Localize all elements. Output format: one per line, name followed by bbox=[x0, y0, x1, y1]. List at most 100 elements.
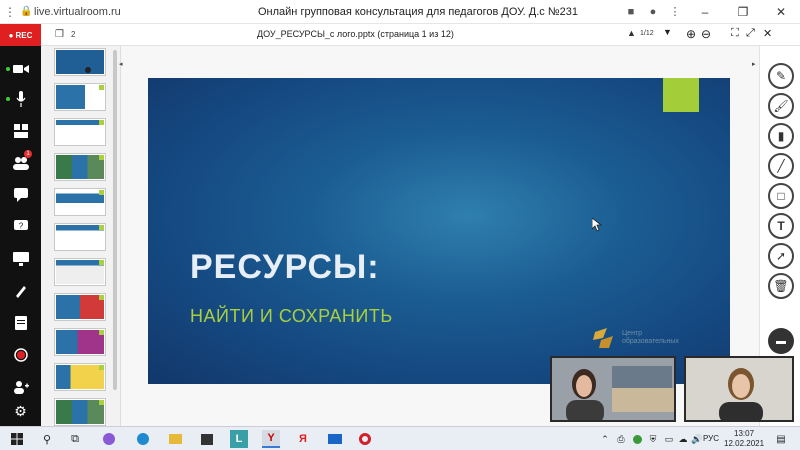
add-user-icon bbox=[13, 381, 29, 394]
text-icon: T bbox=[777, 219, 785, 233]
text-tool[interactable]: T bbox=[768, 213, 794, 239]
app-l-icon[interactable]: L bbox=[230, 430, 248, 448]
current-slide[interactable]: РЕСУРСЫ: НАЙТИ И СОХРАНИТЬ Центр образов… bbox=[148, 78, 730, 384]
thumbnail-slide-1[interactable] bbox=[54, 48, 106, 76]
store-icon[interactable] bbox=[198, 430, 216, 448]
draw-button[interactable] bbox=[0, 274, 41, 308]
document-toolbar: ❐ 2 ДОУ_РЕСУРСЫ_с лого.pptx (страница 1 … bbox=[41, 24, 800, 46]
rec-button[interactable]: ● REC bbox=[0, 24, 41, 46]
thumbnails-scrollbar[interactable] bbox=[113, 50, 117, 390]
page-title: Онлайн групповая консультация для педаго… bbox=[258, 5, 579, 18]
chat-icon bbox=[13, 188, 28, 202]
windows-taskbar: ⚲ ⧉ L Y Я ⌃ ⎙ ⛨ ▭ ☁ 🔊 РУС 13:07 12.02.20… bbox=[0, 426, 800, 450]
highlighter-tool[interactable]: ▮ bbox=[768, 123, 794, 149]
pencil-icon bbox=[15, 286, 26, 298]
logo-caption: Центр образовательных bbox=[622, 330, 679, 346]
gear-icon: ⚙ bbox=[14, 402, 27, 419]
monitor-icon bbox=[12, 252, 29, 266]
close-window-button[interactable]: ✕ bbox=[762, 5, 800, 19]
thumbnail-slide-10[interactable] bbox=[54, 363, 106, 391]
yandex-browser-icon[interactable]: Y bbox=[262, 430, 280, 448]
svg-text:?: ? bbox=[18, 222, 23, 231]
logo-caption-line-1: Центр bbox=[622, 330, 643, 337]
brush-tool[interactable]: 🖌 bbox=[768, 93, 794, 119]
close-document-icon[interactable]: ✕ bbox=[763, 27, 772, 40]
slide-headline: РЕСУРСЫ: bbox=[190, 248, 380, 286]
system-clock[interactable]: 13:07 12.02.2021 bbox=[724, 429, 764, 449]
rectangle-tool[interactable]: □ bbox=[768, 183, 794, 209]
page-up-icon[interactable]: ▲ bbox=[627, 28, 636, 38]
mouse-cursor-icon bbox=[592, 218, 602, 232]
zoom-in-icon[interactable]: ⊕ bbox=[686, 27, 696, 41]
assistant-icon[interactable] bbox=[100, 430, 118, 448]
participant-video-1[interactable] bbox=[550, 356, 676, 422]
chat-button[interactable] bbox=[0, 178, 41, 212]
fullscreen-icon[interactable]: ⤢ bbox=[746, 27, 755, 40]
participant-video-2[interactable] bbox=[684, 356, 794, 422]
camera-status-icon[interactable]: ■ bbox=[620, 6, 642, 18]
record-icon bbox=[13, 348, 28, 362]
organization-logo-icon bbox=[593, 328, 613, 348]
camera-on-indicator bbox=[6, 67, 10, 71]
address-url[interactable]: live.virtualroom.ru bbox=[34, 6, 224, 18]
file-explorer-icon[interactable] bbox=[166, 430, 184, 448]
edge-browser-icon[interactable] bbox=[134, 430, 152, 448]
thumbnail-slide-7[interactable] bbox=[54, 258, 106, 286]
delete-tool[interactable]: 🗑 bbox=[768, 273, 794, 299]
scroll-right-icon[interactable]: ▸ bbox=[752, 60, 756, 68]
notifications-icon[interactable]: ▤ bbox=[772, 430, 790, 448]
pen-tool[interactable]: ✎ bbox=[768, 63, 794, 89]
line-tool[interactable]: ╱ bbox=[768, 153, 794, 179]
participants-badge: 1 bbox=[24, 150, 32, 158]
rectangle-icon: □ bbox=[777, 189, 785, 203]
thumbnail-slide-8[interactable] bbox=[54, 293, 106, 321]
layout-button[interactable] bbox=[0, 114, 41, 148]
task-view-icon[interactable]: ⧉ bbox=[66, 430, 84, 448]
mic-status-icon[interactable]: ● bbox=[642, 6, 664, 18]
toggle-panel-button[interactable]: ▬ bbox=[768, 328, 794, 354]
document-icon bbox=[14, 316, 27, 330]
camera-button[interactable] bbox=[0, 52, 41, 86]
trash-icon: 🗑 bbox=[773, 279, 789, 293]
opera-icon[interactable] bbox=[356, 430, 374, 448]
layout-icon bbox=[13, 124, 28, 138]
thumbnail-slide-4[interactable] bbox=[54, 153, 106, 181]
minimize-button[interactable]: – bbox=[686, 5, 724, 19]
scroll-left-icon[interactable]: ◂ bbox=[119, 60, 123, 68]
thumbnail-slide-9[interactable] bbox=[54, 328, 106, 356]
questions-button[interactable]: ? bbox=[0, 210, 41, 244]
thumbnail-slide-5[interactable] bbox=[54, 188, 106, 216]
thumbnails-toggle-icon[interactable]: ❐ bbox=[55, 29, 64, 40]
participants-button[interactable]: 1 bbox=[0, 146, 41, 180]
thumbnail-slide-2[interactable] bbox=[54, 83, 106, 111]
menu-dots-icon[interactable]: ⋮ bbox=[0, 5, 20, 19]
pen-icon: ✎ bbox=[775, 69, 787, 83]
menu-icon[interactable]: ⋮ bbox=[664, 5, 686, 18]
mail-icon[interactable] bbox=[326, 430, 344, 448]
thumbnail-slide-11[interactable] bbox=[54, 398, 106, 426]
panel-icon: ▬ bbox=[776, 335, 786, 347]
record-button[interactable] bbox=[0, 338, 41, 372]
documents-button[interactable] bbox=[0, 306, 41, 340]
highlighter-icon: ▮ bbox=[777, 129, 785, 143]
slide-thumbnails-panel bbox=[41, 46, 121, 426]
participant-2-figure bbox=[686, 358, 792, 420]
screen-share-button[interactable] bbox=[0, 242, 41, 276]
lock-icon[interactable]: 🔒 bbox=[20, 6, 34, 17]
fit-screen-icon[interactable]: ⛶ bbox=[731, 27, 739, 40]
windows-start-icon[interactable] bbox=[8, 430, 26, 448]
search-icon[interactable]: ⚲ bbox=[38, 430, 56, 448]
microphone-button[interactable] bbox=[0, 82, 41, 116]
language-indicator[interactable]: РУС bbox=[703, 434, 719, 443]
restore-button[interactable]: ❐ bbox=[724, 5, 762, 19]
rec-label: REC bbox=[15, 30, 33, 40]
microphone-on-indicator bbox=[6, 97, 10, 101]
zoom-out-icon[interactable]: ⊖ bbox=[701, 27, 711, 41]
settings-button[interactable]: ⚙ bbox=[0, 394, 41, 428]
thumbnail-slide-3[interactable] bbox=[54, 118, 106, 146]
microphone-icon bbox=[16, 91, 25, 107]
page-down-icon[interactable]: ▼ bbox=[663, 27, 672, 37]
thumbnail-slide-6[interactable] bbox=[54, 223, 106, 251]
pointer-tool[interactable]: ➚ bbox=[768, 243, 794, 269]
yandex-icon[interactable]: Я bbox=[294, 430, 312, 448]
